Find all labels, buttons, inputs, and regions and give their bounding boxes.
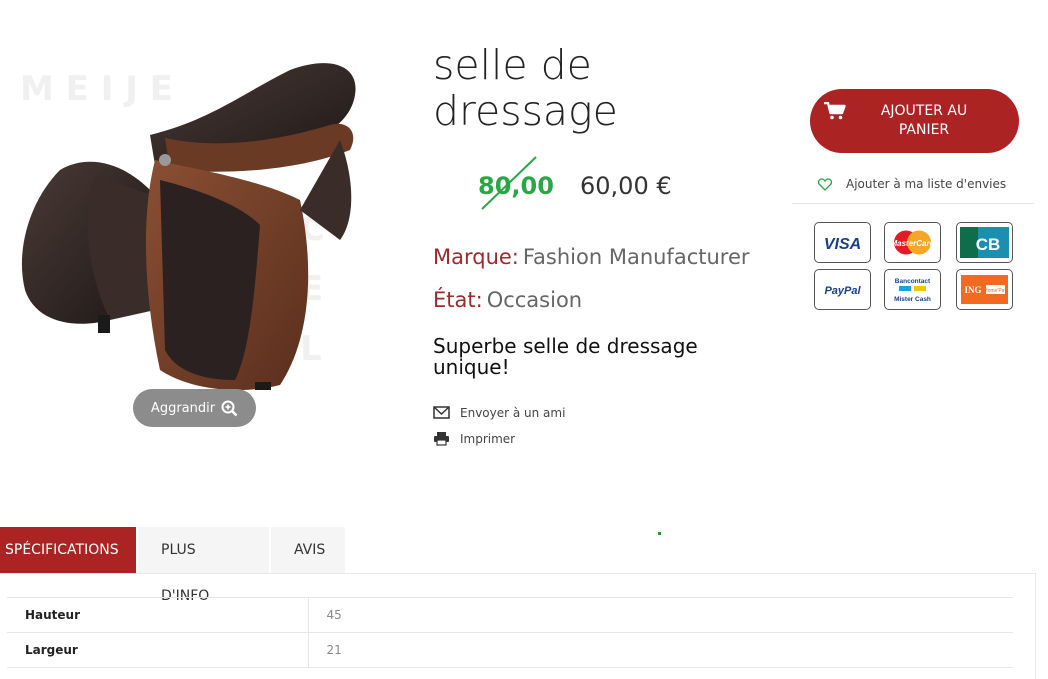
brand-label: Marque:	[433, 245, 519, 269]
product-title-line2: dressage	[433, 87, 618, 135]
condition-label: État:	[433, 288, 483, 312]
add-to-cart-line1: AJOUTER AU	[880, 103, 968, 119]
brand-value[interactable]: Fashion Manufacturer	[523, 245, 750, 269]
decorative-dot	[658, 532, 661, 535]
send-to-friend-label: Envoyer à un ami	[460, 405, 566, 420]
svg-text:Bancontact: Bancontact	[895, 278, 931, 285]
add-to-cart-button[interactable]: AJOUTER AU PANIER	[810, 89, 1019, 153]
zoom-label: Aggrandir	[150, 400, 216, 416]
tab-more-info[interactable]: PLUS D'INFO	[138, 527, 269, 604]
saddle-illustration: M E I J E C E L	[20, 63, 356, 390]
print-link[interactable]: Imprimer	[433, 431, 515, 446]
visa-logo-text: VISA	[824, 236, 861, 253]
svg-text:M E I J E: M E I J E	[20, 69, 173, 109]
mastercard-logo: MasterCard	[884, 222, 941, 263]
envelope-icon	[433, 406, 450, 419]
wishlist-label: Ajouter à ma liste d'envies	[846, 177, 1007, 191]
cart-icon	[824, 102, 846, 120]
visa-logo: VISA	[814, 222, 871, 263]
table-row: Largeur 21	[7, 632, 1013, 668]
product-description: Superbe selle de dressage unique!	[433, 336, 753, 378]
product-title-line1: selle de	[433, 41, 592, 89]
bancontact-logo: Bancontact Mister Cash	[884, 269, 941, 310]
cb-logo: CB	[956, 222, 1013, 263]
svg-text:Home'Pay: Home'Pay	[984, 288, 1007, 294]
description-line2: unique!	[433, 355, 510, 379]
wishlist-link[interactable]: Ajouter à ma liste d'envies	[818, 177, 1006, 191]
spec-value: 45	[308, 597, 1013, 633]
spec-name: Hauteur	[7, 597, 309, 633]
print-label: Imprimer	[460, 431, 516, 446]
svg-text:L: L	[300, 329, 322, 369]
add-to-cart-label: AJOUTER AU PANIER	[874, 102, 974, 140]
brand-row: Marque: Fashion Manufacturer	[433, 245, 750, 269]
tab-specifications[interactable]: SPÉCIFICATIONS	[0, 527, 136, 573]
cb-logo-text: CB	[976, 235, 1001, 254]
spec-name: Largeur	[7, 632, 309, 668]
zoom-button[interactable]: Aggrandir	[133, 389, 256, 427]
table-row: Hauteur 45	[7, 597, 1013, 633]
product-image[interactable]: M E I J E C E L	[0, 40, 410, 400]
paypal-logo-text: PayPal	[824, 285, 861, 297]
product-tabs: SPÉCIFICATIONS PLUS D'INFO AVIS	[0, 527, 345, 604]
send-to-friend-link[interactable]: Envoyer à un ami	[433, 405, 565, 420]
condition-row: État: Occasion	[433, 288, 582, 312]
spec-value: 21	[308, 632, 1013, 668]
mastercard-logo-text: MasterCard	[890, 239, 935, 248]
ing-homepay-logo: ING Home'Pay	[956, 269, 1013, 310]
svg-text:ING: ING	[964, 285, 981, 295]
tab-reviews[interactable]: AVIS	[271, 527, 345, 573]
specs-table: Hauteur 45 Largeur 21	[7, 597, 1013, 668]
current-price: 60,00 €	[580, 172, 672, 200]
zoom-in-icon	[221, 400, 238, 416]
printer-icon	[434, 432, 449, 446]
condition-value: Occasion	[486, 288, 583, 312]
paypal-logo: PayPal	[814, 269, 871, 310]
heart-icon	[818, 177, 832, 191]
product-title: selle de dressage	[433, 42, 693, 134]
price-strikethrough	[481, 156, 537, 210]
svg-text:Mister Cash: Mister Cash	[894, 296, 931, 303]
divider	[792, 203, 1034, 204]
add-to-cart-line2: PANIER	[898, 122, 950, 138]
